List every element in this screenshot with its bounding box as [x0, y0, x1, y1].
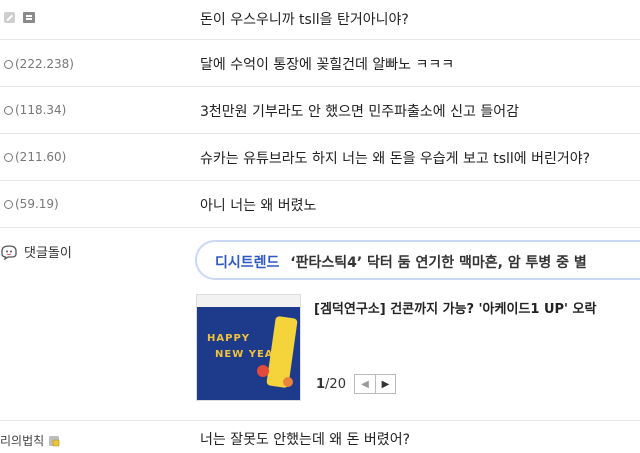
comment-ip: (222.238) [15, 57, 74, 71]
bot-author: 댓글돌이 [0, 242, 72, 261]
comment-row: (222.238) 달에 수억이 통장에 꽂힐건데 알빠노 ㅋㅋㅋ [0, 40, 640, 87]
circle-icon [4, 152, 13, 162]
comment-author[interactable]: (118.34) [4, 103, 66, 117]
bot-name: 댓글돌이 [24, 246, 72, 261]
comment-text: 슈카는 유튜브라도 하지 너는 왜 돈을 우습게 보고 tsll에 버린거야? [200, 151, 591, 167]
comment-author[interactable]: (59.19) [4, 197, 59, 211]
circle-icon [4, 59, 13, 69]
comment-nick: 리의법칙 [0, 434, 45, 448]
bot-icon [0, 244, 18, 260]
doc-icon [23, 12, 35, 23]
comment-text: 돈이 우스우니까 tsll을 탄거아니야? [200, 12, 409, 28]
comment-row: (59.19) 아니 너는 왜 버렸노 [0, 181, 640, 228]
comment-author[interactable]: (211.60) [4, 150, 66, 164]
card-thumbnail[interactable]: HAPPY NEW YEAR [196, 294, 301, 401]
trend-headline[interactable]: ‘판타스틱4’ 닥터 둠 연기한 맥마흔, 암 투병 중 별 [290, 255, 587, 271]
card-title[interactable]: [겜덕연구소] 건콘까지 가능? '아케이드1 UP' 오락 [314, 298, 596, 317]
circle-icon [4, 199, 13, 209]
comment-author[interactable] [4, 12, 35, 23]
comment-ip: (211.60) [15, 150, 67, 164]
prev-page-button[interactable]: ◀ [354, 375, 375, 393]
recommend-card: HAPPY NEW YEAR [겜덕연구소] 건콘까지 가능? '아케이드1 U… [196, 294, 640, 404]
circle-icon [4, 105, 13, 115]
lock-icon [48, 435, 60, 447]
thumb-text: HAPPY [207, 333, 251, 344]
page-current: 1 [316, 376, 326, 392]
trend-tag: 디시트렌드 [215, 255, 280, 271]
comment-text: 달에 수억이 통장에 꽂힐건데 알빠노 ㅋㅋㅋ [200, 57, 455, 73]
comment-row: 돈이 우스우니까 tsll을 탄거아니야? [0, 0, 640, 40]
comment-text: 아니 너는 왜 버렸노 [200, 198, 317, 214]
next-page-button[interactable]: ▶ [374, 375, 395, 393]
pager: 1/20 ◀ ▶ [316, 374, 396, 394]
comment-row: (118.34) 3천만원 기부라도 안 했으면 민주파출소에 신고 들어감 [0, 87, 640, 134]
comment-text: 3천만원 기부라도 안 했으면 민주파출소에 신고 들어감 [200, 104, 519, 120]
comment-bot-section: 댓글돌이 디시트렌드 ‘판타스틱4’ 닥터 둠 연기한 맥마흔, 암 투병 중 … [0, 228, 640, 421]
ban-icon [4, 12, 15, 23]
comment-row: (211.60) 슈카는 유튜브라도 하지 너는 왜 돈을 우습게 보고 tsl… [0, 134, 640, 181]
page-indicator: 1/20 [316, 377, 346, 392]
comment-ip: (59.19) [15, 197, 59, 211]
trend-banner[interactable]: 디시트렌드 ‘판타스틱4’ 닥터 둠 연기한 맥마흔, 암 투병 중 별 [195, 240, 640, 280]
comment-text: 너는 잘못도 안했는데 왜 돈 버렸어? [200, 432, 411, 448]
comment-author[interactable]: 리의법칙 [0, 432, 60, 449]
page-total: /20 [325, 376, 346, 392]
comment-ip: (118.34) [15, 103, 67, 117]
comment-author[interactable]: (222.238) [4, 57, 74, 71]
